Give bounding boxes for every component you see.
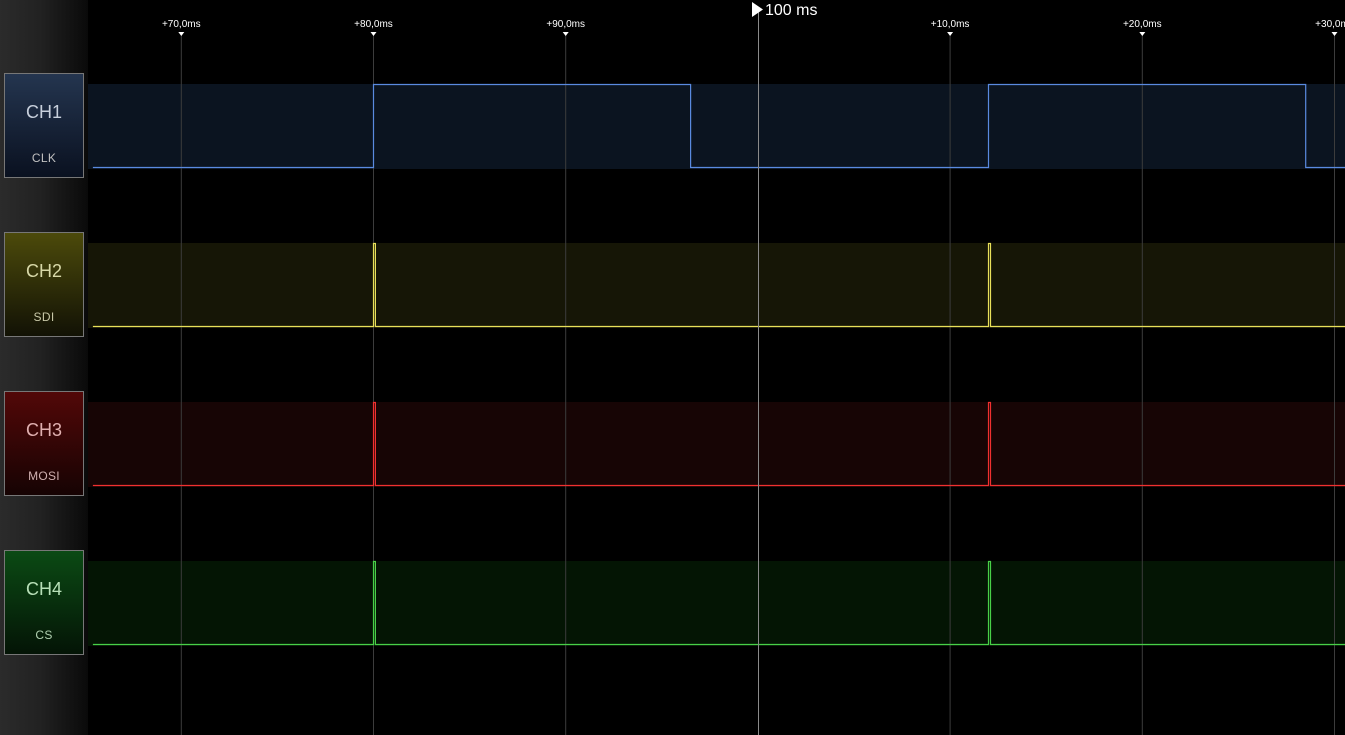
logic-analyzer-window: CH1 CLK CH2 SDI CH3 MOSI CH4 CS +70,0ms +… [0, 0, 1345, 735]
lane-clk [88, 84, 1345, 169]
tick-marker [947, 32, 954, 36]
tick-label: +10,0ms [931, 19, 970, 30]
lane-cs [88, 561, 1345, 646]
tick-label: +80,0ms [354, 19, 393, 30]
tick-label: +20,0ms [1123, 19, 1162, 30]
cursor-label: 100 ms [765, 2, 817, 19]
tick-marker [1139, 32, 1146, 36]
channel-lanes [88, 84, 1345, 646]
cursor-play-icon[interactable] [752, 2, 763, 17]
tick-label: +70,0ms [162, 19, 201, 30]
lane-sdi [88, 243, 1345, 328]
lane-mosi [88, 402, 1345, 487]
tick-label: +90,0ms [546, 19, 585, 30]
tick-marker [1331, 32, 1338, 36]
tick-marker [562, 32, 569, 36]
tick-marker [178, 32, 185, 36]
waveform-display[interactable]: +70,0ms +80,0ms +90,0ms +10,0ms +20,0ms +30,0… [0, 0, 1345, 735]
tick-marker [370, 32, 377, 36]
tick-label: +30,0ms [1315, 19, 1345, 30]
